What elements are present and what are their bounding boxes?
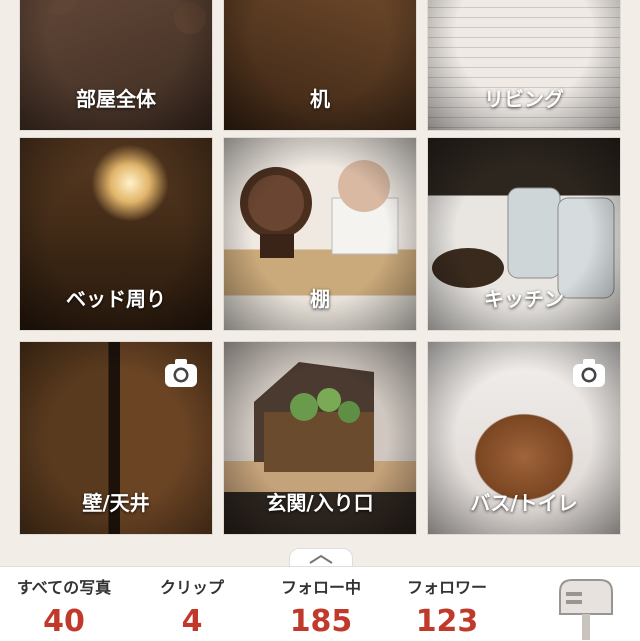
tile-label: キッチン bbox=[484, 287, 564, 311]
mailbox-icon[interactable] bbox=[556, 578, 616, 640]
tile-label: 机 bbox=[310, 87, 330, 111]
tile-label: 部屋全体 bbox=[76, 87, 156, 111]
stat-label: フォロワー bbox=[406, 578, 487, 597]
camera-icon bbox=[573, 359, 605, 387]
camera-icon bbox=[165, 359, 197, 387]
stat-following[interactable]: フォロー中 185 bbox=[266, 574, 376, 639]
tile-label: リビング bbox=[484, 87, 564, 111]
stat-followers[interactable]: フォロワー 123 bbox=[392, 574, 502, 639]
stat-value: 123 bbox=[415, 604, 479, 639]
category-tile-desk[interactable]: 机 bbox=[224, 0, 416, 130]
stat-label: すべての写真 bbox=[16, 578, 112, 597]
category-tile-shelf[interactable]: 棚 bbox=[224, 138, 416, 330]
stat-value: 4 bbox=[181, 604, 203, 639]
tile-label: バス/トイレ bbox=[470, 491, 578, 515]
stat-value: 40 bbox=[43, 604, 85, 639]
tile-label: ベッド周り bbox=[66, 287, 166, 311]
category-tile-bed[interactable]: ベッド周り bbox=[20, 138, 212, 330]
tile-label: 玄関/入り口 bbox=[266, 491, 374, 515]
stat-label: クリップ bbox=[159, 578, 224, 597]
stat-value: 185 bbox=[289, 604, 353, 639]
category-tile-living[interactable]: リビング bbox=[428, 0, 620, 130]
tile-label: 棚 bbox=[310, 287, 330, 311]
tile-label: 壁/天井 bbox=[82, 491, 150, 515]
category-tile-wall[interactable]: 壁/天井 bbox=[20, 342, 212, 534]
category-tile-kitchen[interactable]: キッチン bbox=[428, 138, 620, 330]
category-tile-room[interactable]: 部屋全体 bbox=[20, 0, 212, 130]
stat-clips[interactable]: クリップ 4 bbox=[142, 574, 242, 639]
category-tile-bath[interactable]: バス/トイレ bbox=[428, 342, 620, 534]
stat-label: フォロー中 bbox=[280, 578, 361, 597]
stat-all-photos[interactable]: すべての写真 40 bbox=[6, 574, 122, 639]
category-tile-entrance[interactable]: 玄関/入り口 bbox=[224, 342, 416, 534]
